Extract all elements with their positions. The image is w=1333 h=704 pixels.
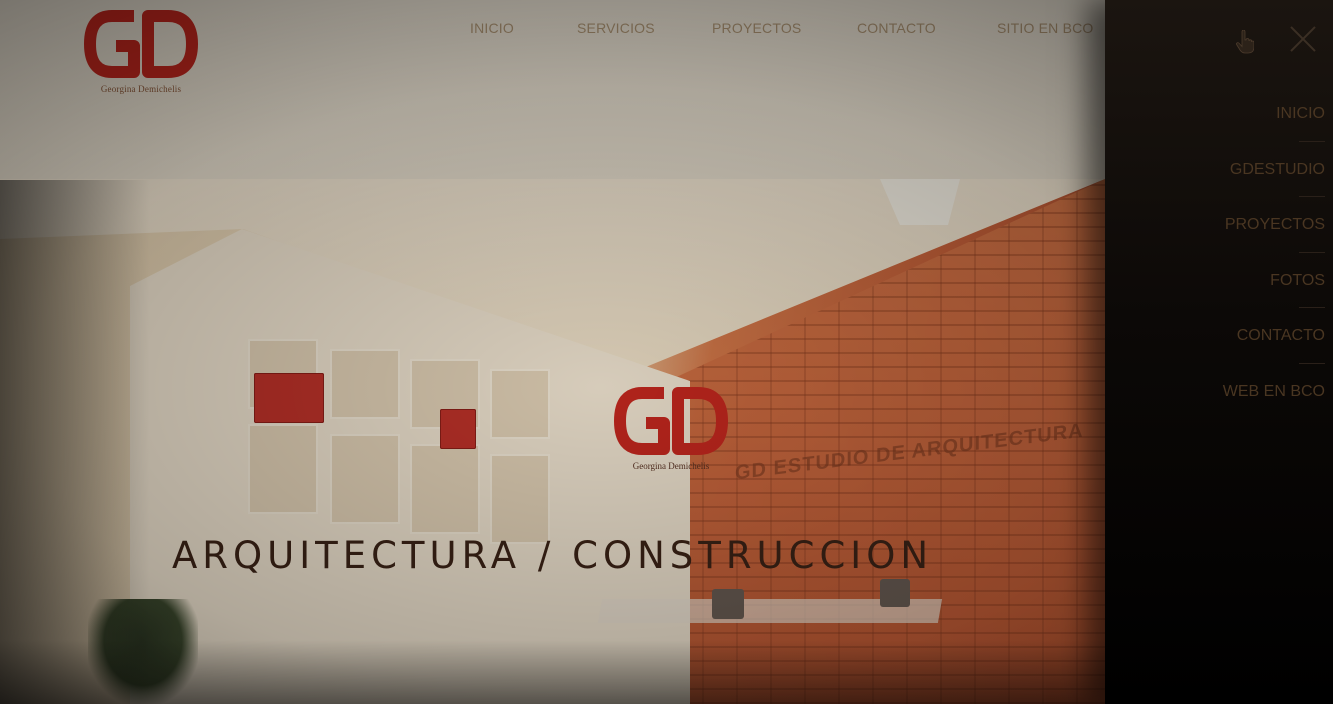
vignette bbox=[0, 640, 1105, 704]
site-logo[interactable]: Georgina Demichelis bbox=[82, 6, 200, 100]
side-menu-item-fotos[interactable]: FOTOS bbox=[1125, 253, 1325, 309]
hero-logo: Georgina Demichelis bbox=[612, 383, 730, 479]
side-menu: INICIO GDESTUDIO PROYECTOS FOTOS CONTACT… bbox=[1125, 86, 1325, 419]
gd-logo-icon bbox=[84, 10, 198, 78]
hand-pointer-icon bbox=[1236, 30, 1254, 54]
main-page: Georgina Demichelis INICIO SERVICIOS PRO… bbox=[0, 0, 1105, 704]
side-menu-item-contacto[interactable]: CONTACTO bbox=[1125, 308, 1325, 364]
chair bbox=[880, 579, 910, 607]
logo-caption: Georgina Demichelis bbox=[100, 84, 182, 94]
side-menu-item-inicio[interactable]: INICIO bbox=[1125, 86, 1325, 142]
nav-inicio[interactable]: INICIO bbox=[470, 20, 514, 36]
chair bbox=[712, 589, 744, 619]
nav-contacto[interactable]: CONTACTO bbox=[857, 20, 936, 36]
nav-servicios[interactable]: SERVICIOS bbox=[577, 20, 655, 36]
side-menu-item-web-en-bco[interactable]: WEB EN BCO bbox=[1125, 364, 1325, 420]
nav-sitio-en-bco[interactable]: SITIO EN BCO bbox=[997, 20, 1094, 36]
gd-logo-icon bbox=[614, 387, 728, 455]
hero-image: GD ESTUDIO DE ARQUITECTURA bbox=[0, 179, 1105, 704]
nav-proyectos[interactable]: PROYECTOS bbox=[712, 20, 801, 36]
side-menu-item-proyectos[interactable]: PROYECTOS bbox=[1125, 197, 1325, 253]
close-icon[interactable] bbox=[1288, 24, 1318, 54]
vignette bbox=[0, 180, 150, 704]
site-header: Georgina Demichelis INICIO SERVICIOS PRO… bbox=[0, 0, 1105, 180]
hero-logo-caption: Georgina Demichelis bbox=[632, 461, 710, 471]
hero-tagline: ARQUITECTURA / CONSTRUCCION bbox=[171, 534, 934, 577]
side-menu-item-gdestudio[interactable]: GDESTUDIO bbox=[1125, 142, 1325, 198]
